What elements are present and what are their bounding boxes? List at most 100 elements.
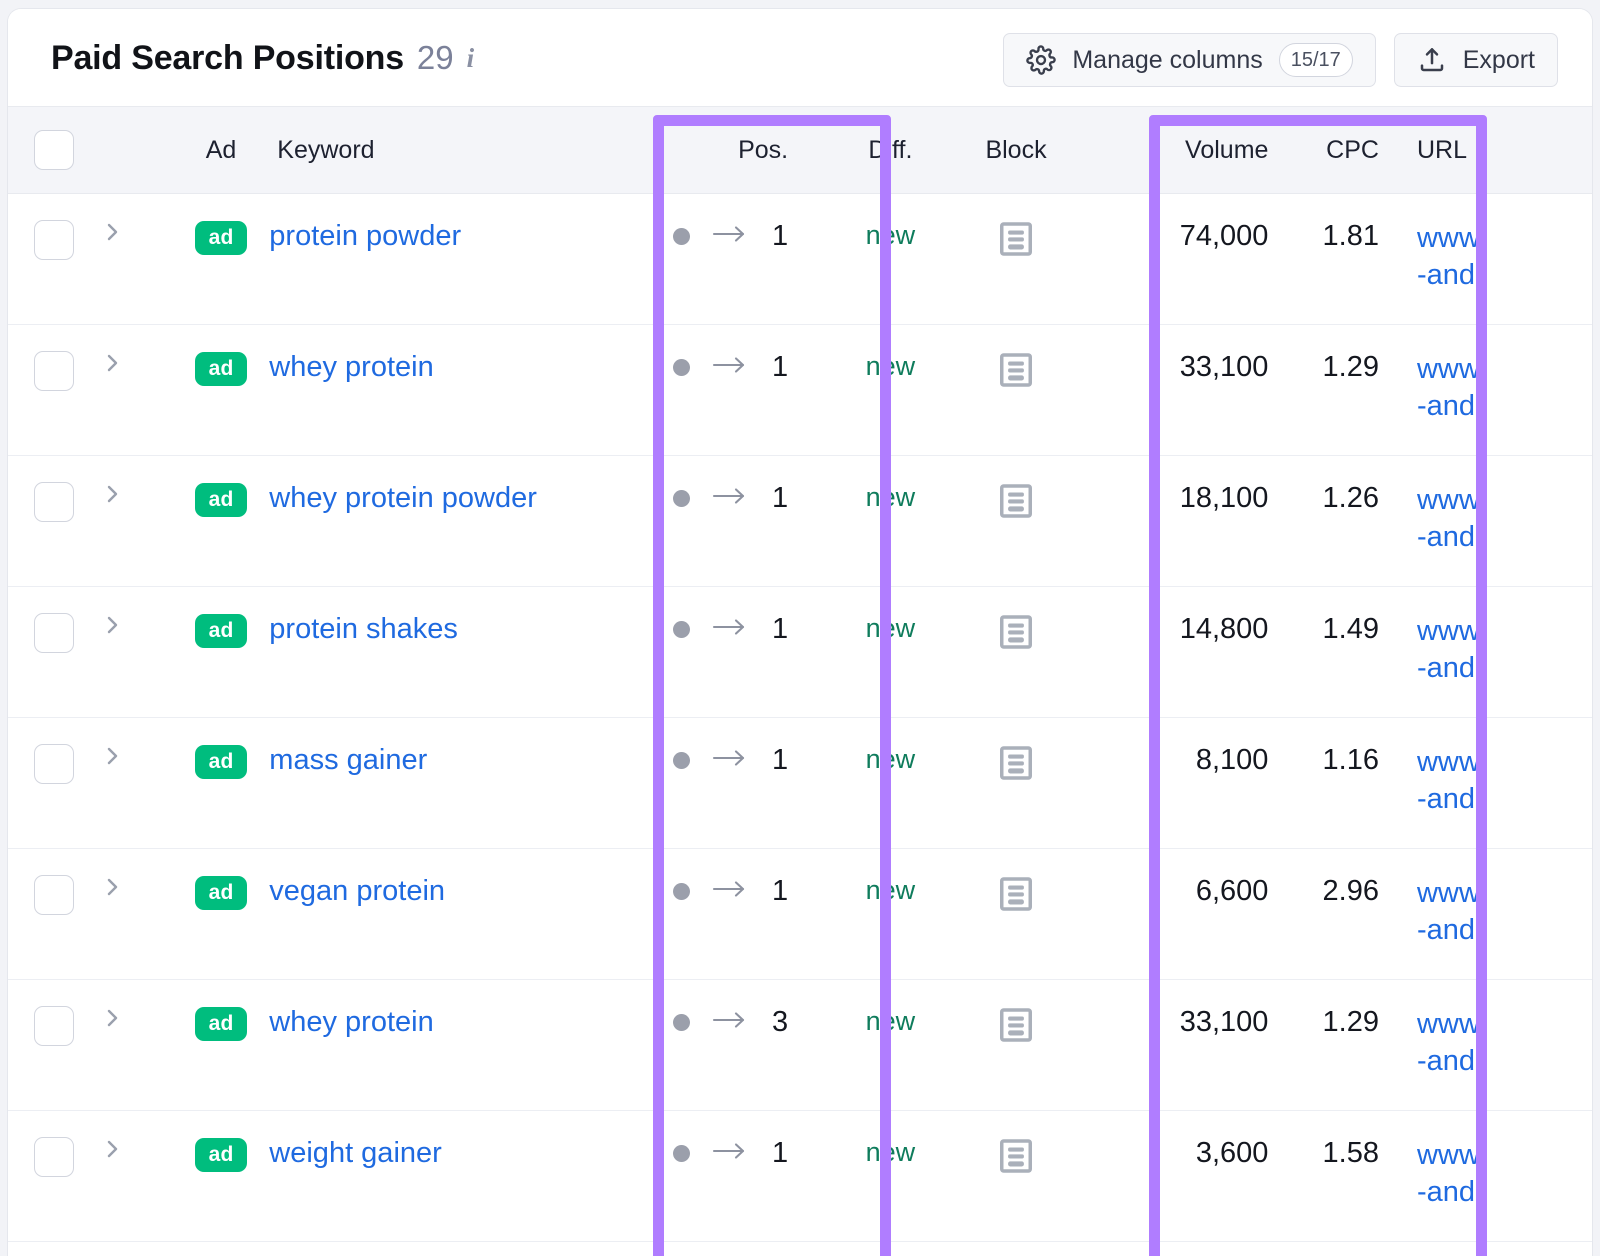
cpc-value: 1.81 — [1322, 220, 1379, 252]
row-checkbox[interactable] — [34, 482, 75, 522]
chevron-right-icon[interactable] — [100, 220, 124, 250]
url-link[interactable]: www. -and- — [1405, 587, 1592, 687]
row-keyword-cell: vegan protein — [269, 848, 593, 980]
position-value: 3 — [771, 1006, 789, 1038]
row-volume-cell: 74,000 — [1081, 193, 1295, 325]
ad-badge: ad — [195, 745, 248, 779]
ad-badge: ad — [195, 1138, 248, 1172]
table-row: ad whey protein powder 1 new 18,100 1.26… — [8, 455, 1592, 587]
url-link[interactable]: www. -and- — [1405, 325, 1592, 425]
row-diff-cell: new — [830, 1110, 951, 1242]
row-ad-cell: ad — [172, 717, 270, 849]
url-link[interactable]: www. -and- — [1405, 456, 1592, 556]
keyword-link[interactable]: protein powder — [269, 220, 461, 252]
column-header-url[interactable]: URL — [1404, 107, 1592, 194]
column-header-cpc[interactable]: CPC — [1294, 107, 1405, 194]
row-url-cell: www. -and- — [1404, 979, 1592, 1111]
ad-badge: ad — [195, 483, 248, 517]
keyword-link[interactable]: mass gainer — [269, 744, 427, 776]
block-document-icon[interactable] — [997, 875, 1035, 920]
row-keyword-cell: mass gainer — [269, 717, 593, 849]
position-dot-icon — [673, 752, 691, 769]
row-pos-cell: 1 — [592, 717, 831, 849]
report-card: Paid Search Positions 29 i Manage column… — [7, 8, 1593, 1256]
block-document-icon[interactable] — [997, 744, 1035, 789]
row-pos-cell: 1 — [592, 1110, 831, 1242]
chevron-right-icon[interactable] — [100, 613, 124, 643]
ad-badge: ad — [195, 876, 248, 910]
keyword-link[interactable]: vegan protein — [269, 875, 445, 907]
keyword-link[interactable]: whey protein — [269, 1006, 433, 1038]
chevron-right-icon[interactable] — [100, 351, 124, 381]
row-diff-cell: new — [830, 455, 951, 587]
gear-icon — [1026, 45, 1057, 75]
block-document-icon[interactable] — [997, 482, 1035, 527]
url-link[interactable]: www. -and- — [1405, 1111, 1592, 1211]
row-pos-cell: 1 — [592, 455, 831, 587]
row-block-cell — [950, 193, 1082, 325]
cpc-value: 1.29 — [1322, 1006, 1379, 1038]
row-expand-cell — [100, 586, 173, 718]
row-volume-cell: 3,600 — [1081, 1110, 1295, 1242]
block-document-icon[interactable] — [997, 613, 1035, 658]
keyword-link[interactable]: weight gainer — [269, 1137, 442, 1169]
manage-columns-button[interactable]: Manage columns 15/17 — [1003, 33, 1376, 87]
diff-status: new — [865, 1137, 916, 1167]
url-link[interactable]: www. -and- — [1405, 718, 1592, 818]
block-document-icon[interactable] — [997, 351, 1035, 396]
info-icon[interactable]: i — [467, 45, 475, 72]
column-header-pos[interactable]: Pos. — [592, 107, 831, 194]
url-line-1: www. — [1416, 222, 1487, 254]
export-button[interactable]: Export — [1393, 33, 1558, 87]
row-checkbox[interactable] — [34, 1137, 75, 1177]
row-select-cell — [8, 193, 101, 325]
cpc-value: 1.49 — [1322, 613, 1379, 645]
block-document-icon[interactable] — [997, 220, 1035, 265]
row-cpc-cell: 1.49 — [1294, 586, 1405, 718]
url-link[interactable]: www. -and- — [1405, 849, 1592, 949]
card-header: Paid Search Positions 29 i Manage column… — [8, 9, 1592, 107]
chevron-right-icon[interactable] — [100, 482, 124, 512]
column-header-ad[interactable]: Ad — [172, 107, 270, 194]
row-cpc-cell: 1.29 — [1294, 979, 1405, 1111]
page-title: Paid Search Positions 29 i — [51, 39, 474, 78]
keyword-link[interactable]: whey protein powder — [269, 482, 537, 514]
block-document-icon[interactable] — [997, 1137, 1035, 1182]
row-pos-cell: 1 — [592, 193, 831, 325]
column-header-diff[interactable]: Diff. — [830, 107, 951, 194]
keyword-link[interactable]: protein shakes — [269, 613, 458, 645]
results-count: 29 — [416, 39, 454, 76]
manage-columns-count-badge: 15/17 — [1278, 43, 1353, 77]
chevron-right-icon[interactable] — [100, 1006, 124, 1036]
row-checkbox[interactable] — [34, 220, 75, 260]
url-line-2: -and- — [1416, 783, 1485, 816]
arrow-right-icon — [712, 1138, 748, 1169]
url-link[interactable]: www. -and- — [1405, 980, 1592, 1080]
row-expand-cell — [100, 455, 173, 587]
row-checkbox[interactable] — [34, 351, 75, 391]
table-row: ad whey protein 3 new 33,100 1.29 www. -… — [8, 979, 1592, 1111]
row-checkbox[interactable] — [34, 744, 75, 784]
block-document-icon[interactable] — [997, 1006, 1035, 1051]
volume-value: 74,000 — [1179, 220, 1269, 252]
table-row: ad protein powder 1 new 74,000 1.81 www.… — [8, 193, 1592, 325]
position-dot-icon — [673, 883, 691, 900]
url-link[interactable]: www. -and- — [1405, 194, 1592, 294]
keyword-link[interactable]: whey protein — [269, 351, 433, 383]
column-header-volume[interactable]: Volume — [1081, 107, 1295, 194]
row-checkbox[interactable] — [34, 613, 75, 653]
select-all-checkbox[interactable] — [34, 130, 75, 170]
column-header-block[interactable]: Block — [950, 107, 1082, 194]
row-ad-cell: ad — [172, 979, 270, 1111]
chevron-right-icon[interactable] — [100, 875, 124, 905]
row-block-cell — [950, 979, 1082, 1111]
position-dot-icon — [673, 359, 691, 376]
row-ad-cell: ad — [172, 455, 270, 587]
row-checkbox[interactable] — [34, 1006, 75, 1046]
row-volume-cell: 33,100 — [1081, 324, 1295, 456]
chevron-right-icon[interactable] — [100, 744, 124, 774]
chevron-right-icon[interactable] — [100, 1137, 124, 1167]
row-select-cell — [8, 324, 101, 456]
row-checkbox[interactable] — [34, 875, 75, 915]
column-header-keyword[interactable]: Keyword — [269, 107, 593, 194]
